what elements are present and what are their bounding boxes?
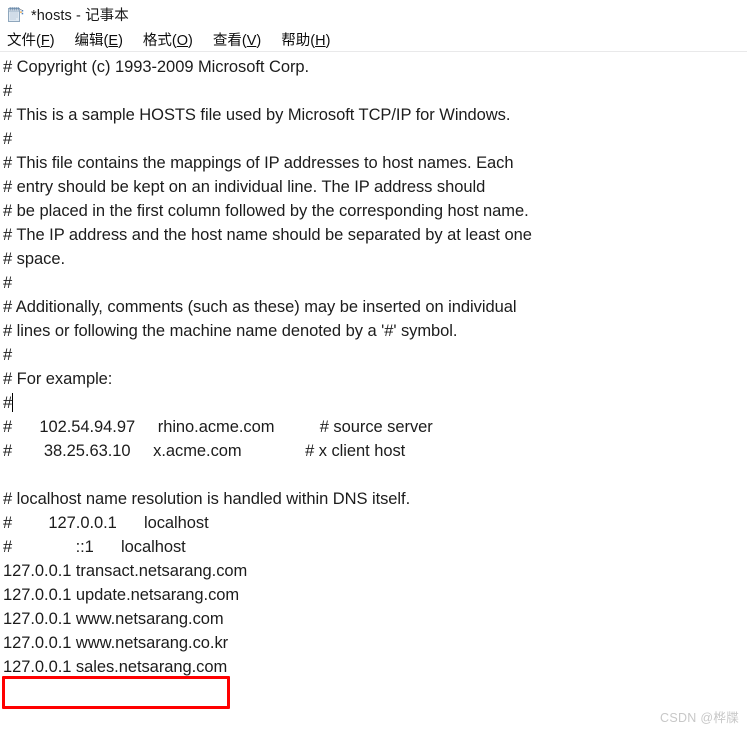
text-line: [3, 463, 747, 487]
text-line: # entry should be kept on an individual …: [3, 178, 486, 196]
text-line: # Copyright (c) 1993-2009 Microsoft Corp…: [3, 58, 310, 76]
menu-item-edit-mnemonic: E: [108, 33, 119, 49]
menu-item-file-label: 文件: [7, 33, 36, 49]
text-line: # Additionally, comments (such as these)…: [3, 298, 517, 316]
menu-item-view[interactable]: 查看(V): [212, 28, 262, 51]
text-line: # This is a sample HOSTS file used by Mi…: [3, 106, 511, 124]
text-line: # space.: [3, 250, 65, 268]
document-text[interactable]: # Copyright (c) 1993-2009 Microsoft Corp…: [0, 53, 747, 732]
text-editor-area[interactable]: # Copyright (c) 1993-2009 Microsoft Corp…: [0, 53, 747, 732]
menu-item-file-mnemonic: F: [40, 33, 50, 49]
text-line: # ::1 localhost: [3, 538, 186, 556]
csdn-watermark: CSDN @桦牒: [660, 711, 739, 725]
text-line: 127.0.0.1 www.netsarang.com: [3, 610, 224, 628]
window-title: *hosts - 记事本: [31, 7, 129, 24]
text-line: # 38.25.63.10 x.acme.com # x client host: [3, 442, 406, 460]
title-bar[interactable]: *hosts - 记事本: [0, 0, 747, 28]
text-line: [3, 679, 747, 703]
menu-item-format[interactable]: 格式(O): [142, 28, 194, 51]
text-line: 192.168.102.40 www.dznb.com www.benet.co…: [3, 727, 747, 732]
text-line: 127.0.0.1 transact.netsarang.com: [3, 562, 248, 580]
menu-item-format-mnemonic: O: [176, 33, 189, 49]
text-line: # lines or following the machine name de…: [3, 322, 458, 340]
text-line: # This file contains the mappings of IP …: [3, 154, 514, 172]
menu-item-edit[interactable]: 编辑(E): [74, 28, 124, 51]
text-line: #: [3, 130, 13, 148]
text-line-content: #: [3, 394, 13, 412]
text-line: # 102.54.94.97 rhino.acme.com # source s…: [3, 418, 433, 436]
notepad-icon: [6, 6, 24, 24]
text-line: #: [3, 391, 747, 415]
text-line: #: [3, 82, 13, 100]
menu-item-format-label: 格式: [142, 33, 172, 49]
text-line: # 127.0.0.1 localhost: [3, 514, 209, 532]
menu-item-view-mnemonic: V: [246, 33, 257, 49]
text-line: 127.0.0.1 www.netsarang.co.kr: [3, 634, 229, 652]
menu-item-help-mnemonic: H: [315, 33, 326, 49]
text-line: [3, 703, 747, 727]
menu-item-edit-label: 编辑: [74, 33, 104, 49]
text-line: # localhost name resolution is handled w…: [3, 490, 411, 508]
menu-item-view-label: 查看: [212, 33, 242, 49]
text-line: # The IP address and the host name shoul…: [3, 226, 532, 244]
menu-bar: 文件(F) 编辑(E) 格式(O) 查看(V) 帮助(H): [0, 28, 747, 52]
text-caret: [12, 393, 14, 412]
text-line: 127.0.0.1 update.netsarang.com: [3, 586, 240, 604]
text-line: 127.0.0.1 sales.netsarang.com: [3, 658, 228, 676]
text-line: #: [3, 274, 13, 292]
text-line: # For example:: [3, 370, 113, 388]
menu-item-help[interactable]: 帮助(H): [280, 28, 331, 51]
text-line: # be placed in the first column followed…: [3, 202, 529, 220]
menu-item-help-label: 帮助: [281, 33, 311, 49]
menu-item-file[interactable]: 文件(F): [6, 28, 56, 51]
text-line: #: [3, 346, 13, 364]
